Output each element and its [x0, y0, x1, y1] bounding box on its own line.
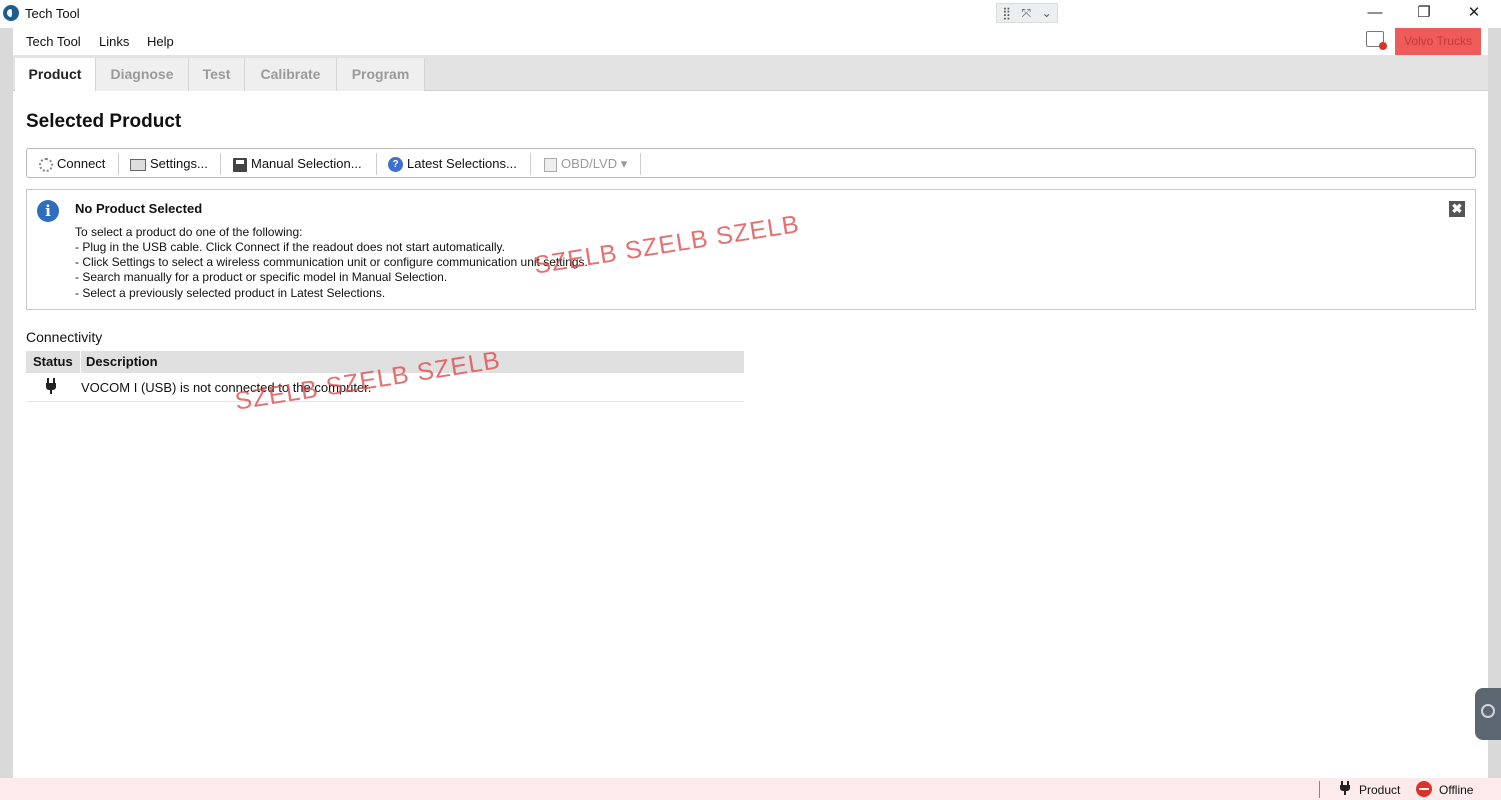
- title-bar: Tech Tool ⣿ ⤧ ⌄ — ❐ ✕: [0, 0, 1501, 28]
- connectivity-title: Connectivity: [26, 329, 103, 345]
- tab-strip: Product Diagnose Test Calibrate Program: [13, 55, 1488, 91]
- toolbar-separator: [220, 153, 221, 175]
- toolbar-separator: [118, 153, 119, 175]
- restore-button[interactable]: ❐: [1400, 2, 1448, 26]
- obd-lvd-label: OBD/LVD: [561, 156, 618, 171]
- menu-help[interactable]: Help: [147, 34, 174, 49]
- settings-button[interactable]: Settings...: [130, 154, 208, 174]
- manual-selection-label: Manual Selection...: [251, 156, 362, 171]
- menu-tech-tool[interactable]: Tech Tool: [26, 34, 81, 49]
- window-title: Tech Tool: [25, 6, 80, 21]
- info-title: No Product Selected: [75, 201, 203, 216]
- status-bar: Product Offline: [0, 778, 1501, 800]
- obd-lvd-button[interactable]: OBD/LVD ▾: [544, 154, 627, 174]
- status-product[interactable]: Product: [1359, 783, 1400, 797]
- close-icon[interactable]: ✖: [1449, 201, 1465, 217]
- latest-selections-button[interactable]: ? Latest Selections...: [388, 154, 517, 174]
- left-frame: [0, 28, 13, 778]
- toolbar-separator: [530, 153, 531, 175]
- column-header-description[interactable]: Description: [86, 354, 158, 369]
- grid-icon[interactable]: ⣿: [1002, 6, 1011, 20]
- settings-icon: [130, 158, 146, 171]
- tab-diagnose[interactable]: Diagnose: [96, 58, 189, 91]
- help-circle-icon: ?: [388, 157, 403, 173]
- info-panel: i No Product Selected To select a produc…: [26, 189, 1476, 310]
- save-icon: [233, 157, 247, 172]
- info-line: - Select a previously selected product i…: [75, 286, 386, 300]
- notification-icon[interactable]: [1366, 31, 1387, 50]
- tab-calibrate[interactable]: Calibrate: [245, 58, 337, 91]
- plug-icon: [1340, 781, 1350, 796]
- menu-links[interactable]: Links: [99, 34, 129, 49]
- close-window-button[interactable]: ✕: [1450, 2, 1498, 26]
- document-icon: [544, 157, 557, 172]
- connect-icon: [39, 157, 53, 172]
- app-logo-icon: [3, 5, 19, 21]
- brand-badge: Volvo Trucks: [1395, 28, 1481, 55]
- expand-icon[interactable]: ⤧: [1022, 6, 1032, 21]
- status-offline[interactable]: Offline: [1439, 783, 1473, 797]
- column-divider: [80, 351, 81, 373]
- minimize-button[interactable]: —: [1351, 2, 1399, 26]
- side-panel-handle[interactable]: [1475, 688, 1501, 740]
- offline-icon: [1416, 781, 1432, 797]
- plug-icon: [46, 378, 56, 394]
- info-line: - Click Settings to select a wireless co…: [75, 255, 588, 269]
- info-line: To select a product do one of the follow…: [75, 225, 303, 239]
- chevron-down-icon[interactable]: ⌄: [1042, 6, 1052, 20]
- menu-bar: Tech Tool Links Help: [13, 28, 1488, 55]
- right-frame: [1488, 28, 1501, 778]
- toolbar-separator: [376, 153, 377, 175]
- manual-selection-button[interactable]: Manual Selection...: [233, 154, 362, 174]
- settings-label: Settings...: [150, 156, 208, 171]
- product-toolbar: Connect Settings... Manual Selection... …: [26, 148, 1476, 178]
- tab-product[interactable]: Product: [15, 58, 96, 91]
- latest-selections-label: Latest Selections...: [407, 156, 517, 171]
- tab-test[interactable]: Test: [189, 58, 245, 91]
- info-line: - Plug in the USB cable. Click Connect i…: [75, 240, 505, 254]
- info-line: - Search manually for a product or speci…: [75, 270, 448, 284]
- dropdown-arrow-icon: ▾: [620, 156, 628, 171]
- connect-button[interactable]: Connect: [39, 154, 105, 174]
- column-header-status[interactable]: Status: [33, 354, 73, 369]
- connect-label: Connect: [57, 156, 106, 171]
- toolbar-separator: [640, 153, 641, 175]
- status-separator: [1319, 781, 1320, 798]
- tab-program[interactable]: Program: [337, 58, 425, 91]
- snap-toolbar[interactable]: ⣿ ⤧ ⌄: [996, 3, 1058, 23]
- page-title: Selected Product: [26, 111, 182, 132]
- info-icon: i: [37, 200, 59, 222]
